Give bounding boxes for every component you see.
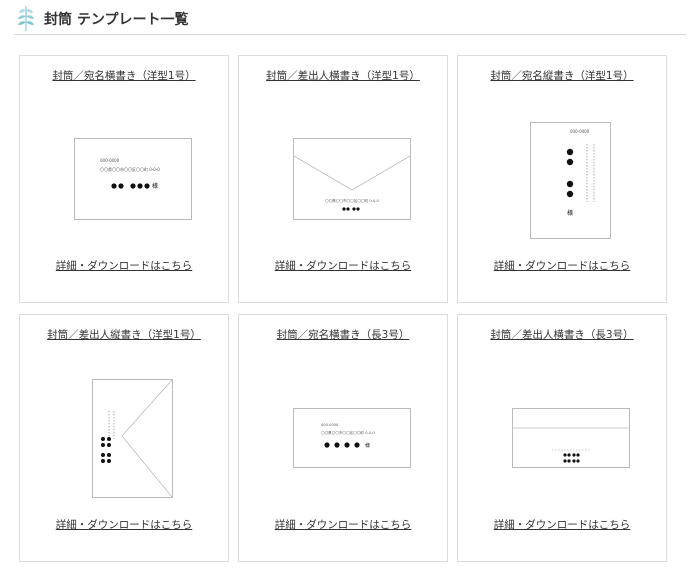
- envelope-thumbnail[interactable]: 〇〇県〇〇市〇〇区〇〇町 0-0-0: [293, 138, 411, 220]
- template-card: 封筒／差出人横書き（長3号） 詳細・ダウンロードはこちら: [457, 314, 667, 562]
- envelope-thumbnail[interactable]: [512, 408, 630, 468]
- envelope-thumbnail[interactable]: [92, 379, 173, 498]
- svg-text:〇〇県〇〇市〇〇区〇〇町 0-0-0: 〇〇県〇〇市〇〇区〇〇町 0-0-0: [321, 430, 375, 435]
- page-header: 封筒 テンプレート一覧: [14, 4, 686, 35]
- download-link[interactable]: 詳細・ダウンロードはこちら: [20, 517, 228, 532]
- leaf-icon: [18, 6, 34, 32]
- card-title-link[interactable]: 封筒／差出人横書き（洋型1号）: [239, 68, 447, 83]
- card-title-link[interactable]: 封筒／差出人横書き（長3号）: [458, 327, 666, 342]
- card-title-link[interactable]: 封筒／宛名縦書き（洋型1号）: [458, 68, 666, 83]
- template-card: 封筒／宛名縦書き（洋型1号） 000-0000 様 詳細・ダウンロードはこちら: [457, 55, 667, 303]
- template-card: 封筒／宛名横書き（洋型1号） 000-0000 〇〇県〇〇市〇〇区〇〇町 0-0…: [19, 55, 229, 303]
- envelope-thumbnail[interactable]: 000-0000 様: [530, 122, 611, 239]
- download-link[interactable]: 詳細・ダウンロードはこちら: [239, 517, 447, 532]
- template-card: 封筒／宛名横書き（長3号） 000-0000 〇〇県〇〇市〇〇区〇〇町 0-0-…: [238, 314, 448, 562]
- download-link[interactable]: 詳細・ダウンロードはこちら: [239, 258, 447, 273]
- card-title-link[interactable]: 封筒／宛名横書き（長3号）: [239, 327, 447, 342]
- card-title-link[interactable]: 封筒／宛名横書き（洋型1号）: [20, 68, 228, 83]
- svg-text:様: 様: [567, 209, 573, 217]
- card-title-link[interactable]: 封筒／差出人縦書き（洋型1号）: [20, 327, 228, 342]
- download-link[interactable]: 詳細・ダウンロードはこちら: [458, 517, 666, 532]
- envelope-thumbnail[interactable]: 000-0000 〇〇県〇〇市〇〇区〇〇町 0-0-0 様: [74, 138, 192, 220]
- svg-text:〇〇県〇〇市〇〇区〇〇町 0-0-0: 〇〇県〇〇市〇〇区〇〇町 0-0-0: [100, 166, 160, 172]
- template-card: 封筒／差出人横書き（洋型1号） 〇〇県〇〇市〇〇区〇〇町 0-0-0 詳細・ダウ…: [238, 55, 448, 303]
- download-link[interactable]: 詳細・ダウンロードはこちら: [20, 258, 228, 273]
- svg-text:〇〇県〇〇市〇〇区〇〇町 0-0-0: 〇〇県〇〇市〇〇区〇〇町 0-0-0: [325, 198, 379, 203]
- svg-text:000-0000: 000-0000: [570, 129, 590, 134]
- svg-text:様: 様: [152, 182, 158, 190]
- envelope-thumbnail[interactable]: 000-0000 〇〇県〇〇市〇〇区〇〇町 0-0-0 様: [293, 408, 411, 468]
- svg-text:様: 様: [365, 442, 370, 449]
- download-link[interactable]: 詳細・ダウンロードはこちら: [458, 258, 666, 273]
- page-title: 封筒 テンプレート一覧: [44, 12, 189, 28]
- svg-text:000-0000: 000-0000: [100, 158, 120, 163]
- svg-text:000-0000: 000-0000: [321, 423, 339, 427]
- template-card: 封筒／差出人縦書き（洋型1号） 詳細・ダウンロードはこちら: [19, 314, 229, 562]
